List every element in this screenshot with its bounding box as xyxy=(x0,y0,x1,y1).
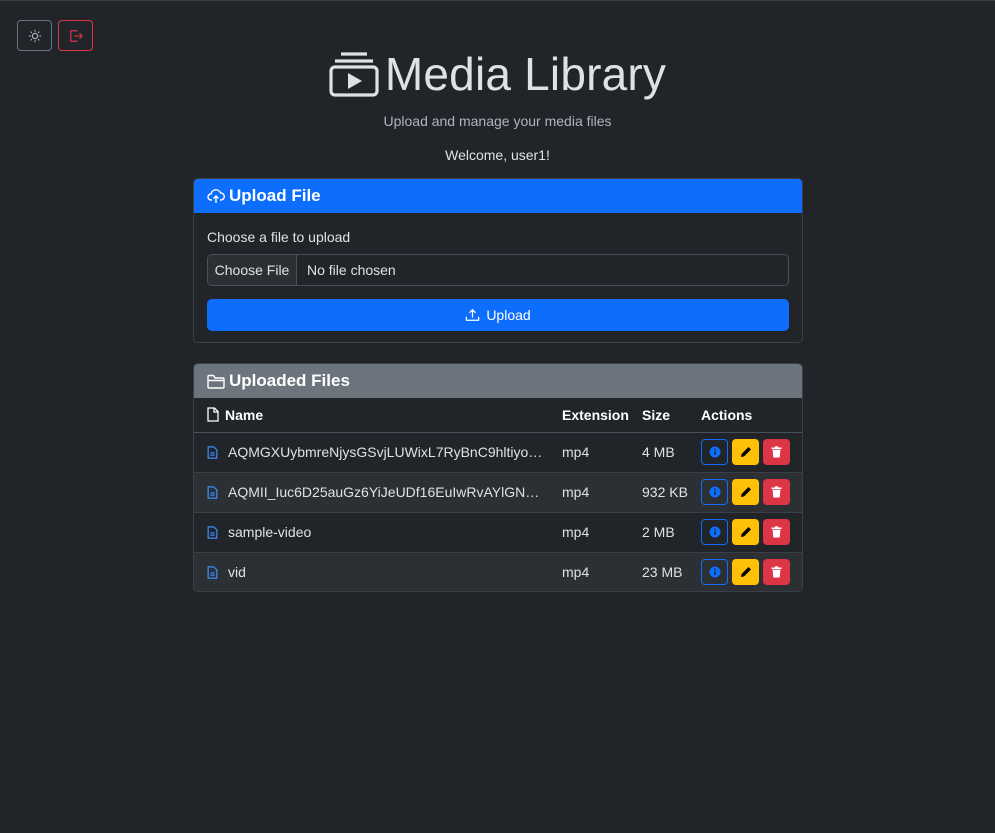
trash-icon xyxy=(771,446,782,458)
table-row: vid mp4 23 MB xyxy=(194,552,802,591)
info-icon xyxy=(709,446,720,458)
file-name[interactable]: AQMGXUybmreNjysGSvjLUWixL7RyBnC9hltiyoSD… xyxy=(228,444,544,460)
delete-button[interactable] xyxy=(763,479,790,505)
table-row: AQMGXUybmreNjysGSvjLUWixL7RyBnC9hltiyoSD… xyxy=(194,432,802,473)
page-subtitle: Upload and manage your media files xyxy=(383,113,612,129)
file-text-icon xyxy=(207,525,218,539)
info-button[interactable] xyxy=(701,519,728,545)
edit-button[interactable] xyxy=(732,439,759,465)
info-icon xyxy=(709,526,720,538)
cloud-upload-icon xyxy=(207,189,225,203)
upload-icon xyxy=(466,308,480,321)
sun-icon xyxy=(28,29,41,42)
info-button[interactable] xyxy=(701,559,728,585)
welcome-message: Welcome, user1! xyxy=(445,147,550,163)
trash-icon xyxy=(771,526,782,538)
info-icon xyxy=(709,486,720,498)
page-title: Media Library xyxy=(384,48,667,100)
upload-card-title: Upload File xyxy=(229,186,321,205)
edit-button[interactable] xyxy=(732,559,759,585)
page-header: Media Library Upload and manage your med… xyxy=(0,45,995,163)
edit-button[interactable] xyxy=(732,519,759,545)
pencil-icon xyxy=(740,447,751,457)
delete-button[interactable] xyxy=(763,519,790,545)
column-header-size[interactable]: Size xyxy=(642,398,701,433)
upload-button[interactable]: Upload xyxy=(207,299,789,331)
file-size: 2 MB xyxy=(642,512,701,553)
upload-button-label: Upload xyxy=(486,307,531,323)
file-extension: mp4 xyxy=(562,512,642,553)
files-table: Name Extension Size Actions AQMGXUybmreN… xyxy=(194,398,802,591)
table-row: sample-video mp4 2 MB xyxy=(194,512,802,553)
info-button[interactable] xyxy=(701,479,728,505)
files-card-title: Uploaded Files xyxy=(229,371,350,390)
delete-button[interactable] xyxy=(763,559,790,585)
file-input[interactable]: Choose File No file chosen xyxy=(207,254,789,286)
pencil-icon xyxy=(740,567,751,577)
column-header-name[interactable]: Name xyxy=(194,398,562,433)
column-header-extension[interactable]: Extension xyxy=(562,398,642,433)
table-row: AQMII_Iuc6D25auGz6YiJeUDf16EuIwRvAYlGNY6… xyxy=(194,472,802,513)
file-name[interactable]: AQMII_Iuc6D25auGz6YiJeUDf16EuIwRvAYlGNY6… xyxy=(228,484,544,500)
info-icon xyxy=(709,566,720,578)
file-name[interactable]: vid xyxy=(228,564,246,580)
file-size: 932 KB xyxy=(642,472,701,513)
delete-button[interactable] xyxy=(763,439,790,465)
trash-icon xyxy=(771,566,782,578)
file-extension: mp4 xyxy=(562,472,642,513)
files-card: Uploaded Files Name Extension Size Actio… xyxy=(193,363,803,592)
file-size: 23 MB xyxy=(642,552,701,591)
column-header-actions: Actions xyxy=(701,398,802,433)
media-collection-play-icon xyxy=(329,52,379,97)
edit-button[interactable] xyxy=(732,479,759,505)
upload-card-header: Upload File xyxy=(194,179,802,213)
trash-icon xyxy=(771,486,782,498)
file-size: 4 MB xyxy=(642,432,701,473)
pencil-icon xyxy=(740,487,751,497)
file-extension: mp4 xyxy=(562,432,642,473)
pencil-icon xyxy=(740,527,751,537)
upload-card: Upload File Choose a file to upload Choo… xyxy=(193,178,803,343)
logout-icon xyxy=(69,29,83,42)
file-text-icon xyxy=(207,565,218,579)
file-input-status: No file chosen xyxy=(307,262,396,278)
file-extension: mp4 xyxy=(562,552,642,591)
choose-file-button[interactable]: Choose File xyxy=(208,255,297,285)
file-text-icon xyxy=(207,445,218,459)
files-card-header: Uploaded Files xyxy=(194,364,802,398)
file-input-label: Choose a file to upload xyxy=(207,229,351,245)
file-name[interactable]: sample-video xyxy=(228,524,311,540)
file-text-icon xyxy=(207,485,218,499)
file-icon xyxy=(207,407,219,422)
info-button[interactable] xyxy=(701,439,728,465)
folder-icon xyxy=(207,374,225,389)
